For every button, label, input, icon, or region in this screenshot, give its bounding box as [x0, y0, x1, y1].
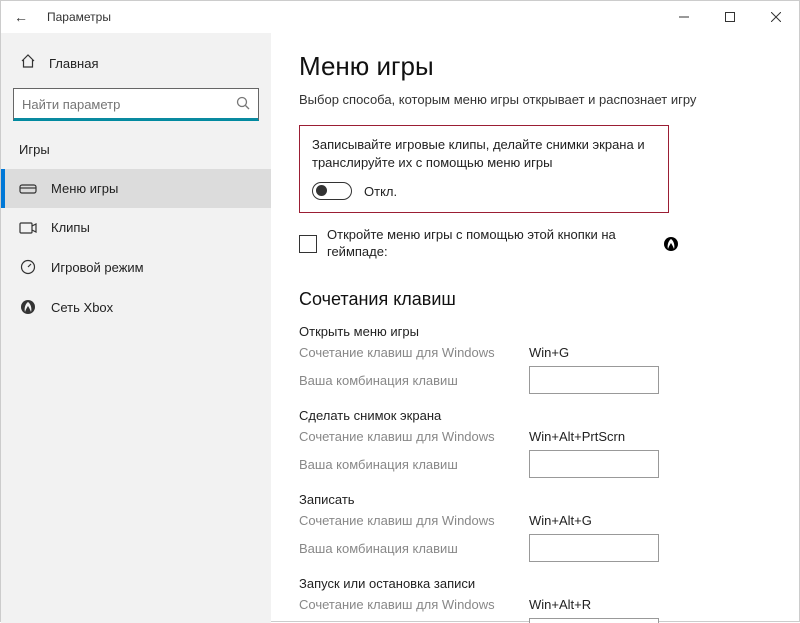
maximize-icon — [725, 12, 735, 22]
minimize-icon — [679, 12, 689, 22]
sidebar: Главная Игры Меню игры Клипы — [1, 33, 271, 623]
shortcut-name: Сделать снимок экрана — [299, 408, 771, 423]
custom-shortcut-label: Ваша комбинация клавиш — [299, 373, 529, 388]
search-input[interactable] — [13, 88, 259, 120]
custom-shortcut-label: Ваша комбинация клавиш — [299, 457, 529, 472]
sidebar-section-header: Игры — [1, 132, 271, 163]
sidebar-item-gamemode[interactable]: Игровой режим — [1, 247, 271, 287]
close-button[interactable] — [753, 1, 799, 33]
controller-button-row: Откройте меню игры с помощью этой кнопки… — [299, 227, 679, 261]
main-content: Меню игры Выбор способа, которым меню иг… — [271, 33, 799, 623]
custom-shortcut-input[interactable] — [529, 450, 659, 478]
minimize-button[interactable] — [661, 1, 707, 33]
sidebar-item-gamebar[interactable]: Меню игры — [1, 169, 271, 208]
windows-shortcut-value: Win+Alt+PrtScrn — [529, 429, 625, 444]
sidebar-item-label: Клипы — [51, 220, 90, 235]
highlighted-setting: Записывайте игровые клипы, делайте снимк… — [299, 125, 669, 213]
window-title: Параметры — [47, 10, 111, 24]
toggle-state-label: Откл. — [364, 184, 397, 199]
sidebar-item-label: Игровой режим — [51, 260, 144, 275]
controller-checkbox[interactable] — [299, 235, 317, 253]
xbox-icon — [19, 299, 37, 315]
sidebar-item-label: Сеть Xbox — [51, 300, 113, 315]
maximize-button[interactable] — [707, 1, 753, 33]
custom-shortcut-input[interactable] — [529, 618, 659, 623]
recording-toggle[interactable] — [312, 182, 352, 200]
window-controls — [661, 1, 799, 33]
shortcuts-heading: Сочетания клавиш — [299, 289, 771, 310]
sidebar-item-clips[interactable]: Клипы — [1, 208, 271, 247]
shortcut-group: Записать Сочетание клавиш для WindowsWin… — [299, 492, 771, 562]
windows-shortcut-value: Win+G — [529, 345, 569, 360]
windows-shortcut-label: Сочетание клавиш для Windows — [299, 429, 529, 444]
shortcut-group: Сделать снимок экрана Сочетание клавиш д… — [299, 408, 771, 478]
sidebar-item-xbox[interactable]: Сеть Xbox — [1, 287, 271, 327]
back-button[interactable]: ← — [1, 9, 41, 25]
windows-shortcut-label: Сочетание клавиш для Windows — [299, 513, 529, 528]
sidebar-nav: Меню игры Клипы Игровой режим Сеть Xbox — [1, 169, 271, 327]
sidebar-item-label: Меню игры — [51, 181, 118, 196]
custom-shortcut-label: Ваша комбинация клавиш — [299, 541, 529, 556]
home-label: Главная — [49, 56, 98, 71]
clips-icon — [19, 221, 37, 235]
windows-shortcut-value: Win+Alt+G — [529, 513, 592, 528]
shortcut-name: Записать — [299, 492, 771, 507]
windows-shortcut-value: Win+Alt+R — [529, 597, 591, 612]
close-icon — [771, 12, 781, 22]
search-icon — [236, 96, 250, 113]
shortcut-name: Открыть меню игры — [299, 324, 771, 339]
recording-description: Записывайте игровые клипы, делайте снимк… — [312, 136, 656, 172]
shortcut-name: Запуск или остановка записи — [299, 576, 771, 591]
toggle-knob — [316, 185, 327, 196]
search-field[interactable] — [22, 97, 236, 112]
page-subtitle: Выбор способа, которым меню игры открыва… — [299, 92, 771, 107]
home-icon — [19, 53, 37, 74]
shortcut-group: Запуск или остановка записи Сочетание кл… — [299, 576, 771, 623]
custom-shortcut-input[interactable] — [529, 366, 659, 394]
windows-shortcut-label: Сочетание клавиш для Windows — [299, 345, 529, 360]
page-title: Меню игры — [299, 51, 771, 82]
titlebar: ← Параметры — [1, 1, 799, 33]
custom-shortcut-input[interactable] — [529, 534, 659, 562]
windows-shortcut-label: Сочетание клавиш для Windows — [299, 597, 529, 612]
gauge-icon — [19, 259, 37, 275]
home-link[interactable]: Главная — [1, 47, 271, 84]
gamebar-icon — [19, 182, 37, 196]
shortcut-group: Открыть меню игры Сочетание клавиш для W… — [299, 324, 771, 394]
controller-checkbox-label: Откройте меню игры с помощью этой кнопки… — [327, 227, 653, 261]
xbox-button-icon — [663, 236, 679, 252]
